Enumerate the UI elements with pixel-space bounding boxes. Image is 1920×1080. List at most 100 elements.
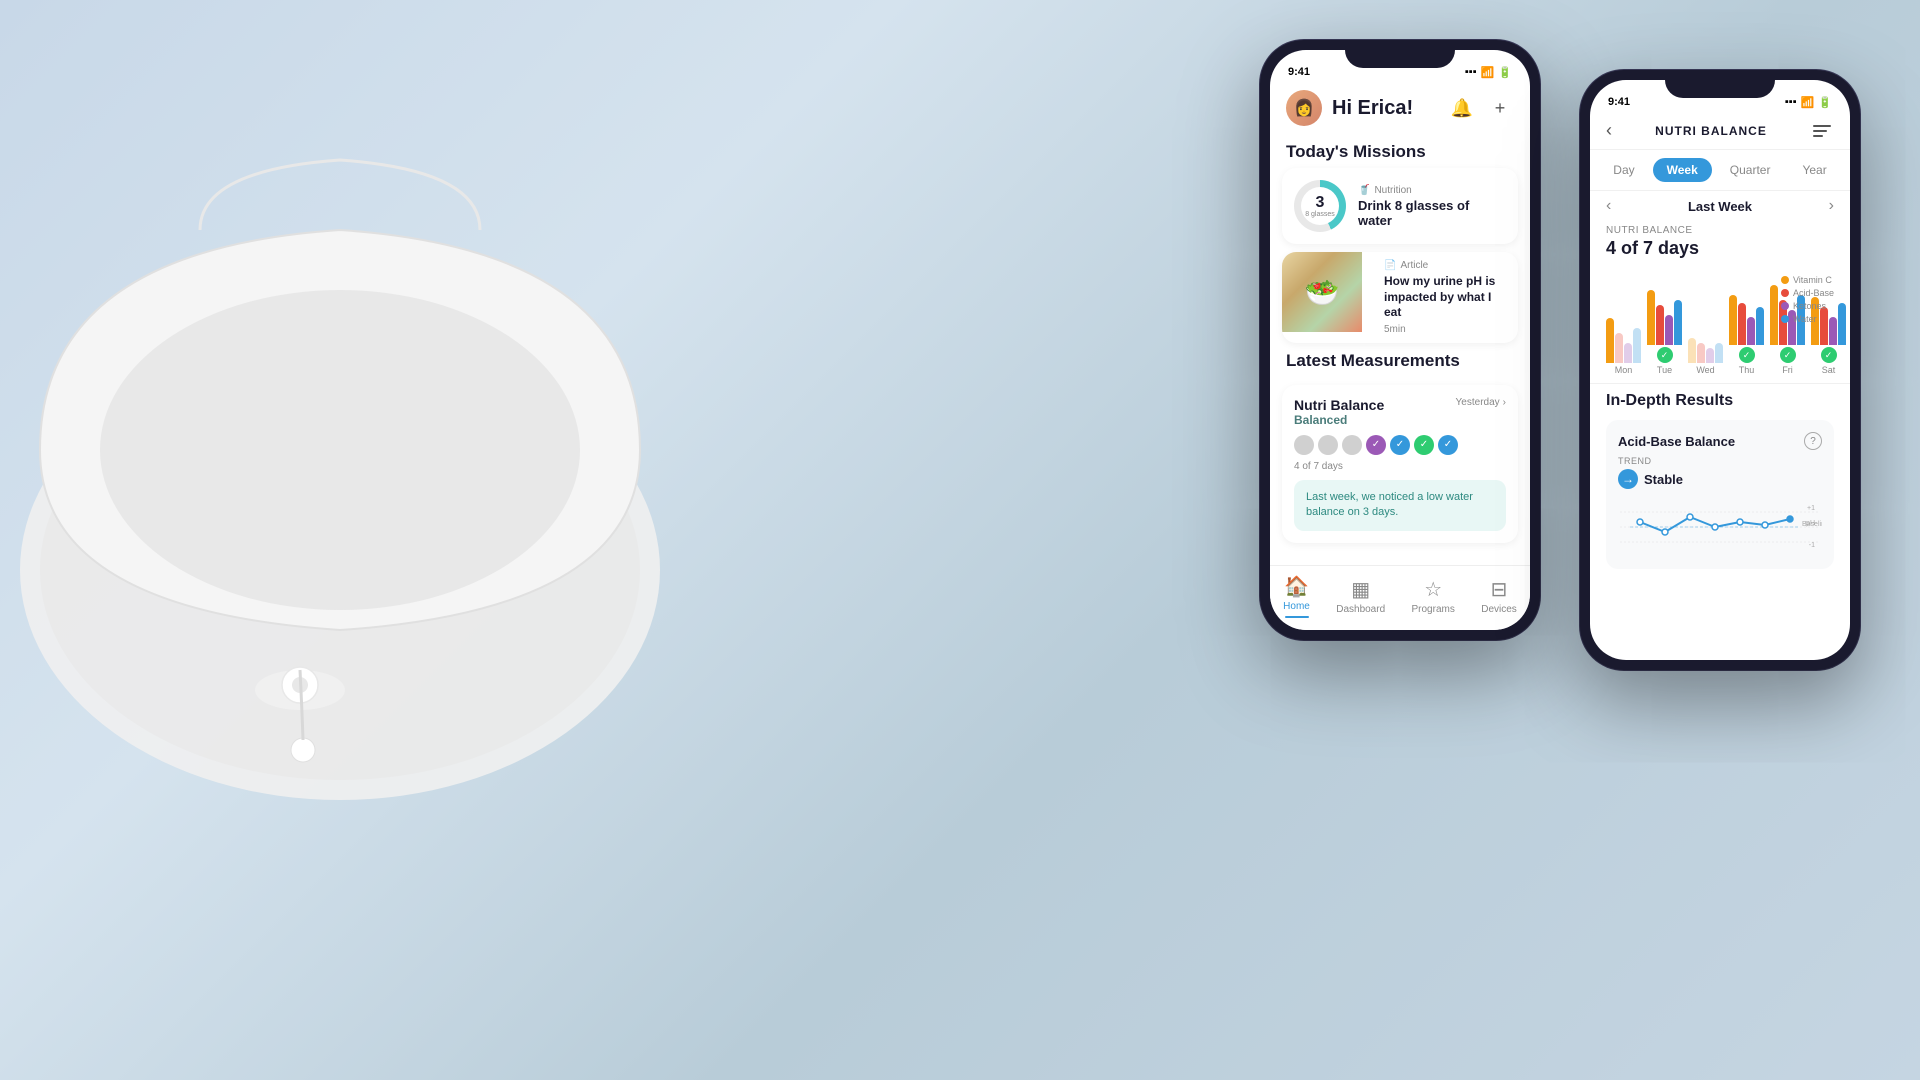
article-icon: 📄 <box>1384 260 1396 271</box>
tab-quarter[interactable]: Quarter <box>1716 158 1785 182</box>
measurements-card-info: Nutri Balance Balanced <box>1294 397 1384 427</box>
bar-mon-water <box>1633 328 1641 363</box>
water-progress-circle: 3 8 glasses <box>1294 180 1346 232</box>
svg-text:+1: +1 <box>1807 505 1815 512</box>
day-label-thu: Thu <box>1739 365 1755 375</box>
notification-icon[interactable]: 🔔 <box>1448 94 1476 122</box>
avatar: 👩 <box>1286 90 1322 126</box>
programs-icon: ☆ <box>1424 577 1442 602</box>
nav-devices[interactable]: ⊟ Devices <box>1481 577 1517 615</box>
water-mission-info: 🥤 Nutrition Drink 8 glasses of water <box>1358 185 1506 228</box>
tab-week[interactable]: Week <box>1653 158 1712 182</box>
dot-2 <box>1318 435 1338 455</box>
phone2-notch <box>1665 70 1775 98</box>
trend-value: → Stable <box>1618 469 1822 489</box>
water-mission-title: Drink 8 glasses of water <box>1358 198 1506 228</box>
menu-button[interactable] <box>1810 122 1834 140</box>
dot-1 <box>1294 435 1314 455</box>
chart-day-mon: Mon <box>1606 283 1641 375</box>
bar-mon-ket <box>1624 343 1632 363</box>
bar-mon-acid <box>1615 333 1623 363</box>
article-tag-label: Article <box>1400 260 1428 271</box>
bar-thu-water <box>1756 307 1764 345</box>
devices-label: Devices <box>1481 604 1517 615</box>
week-label: Last Week <box>1688 199 1752 214</box>
dot-3 <box>1342 435 1362 455</box>
legend-water: Water <box>1781 314 1834 324</box>
legend-label-water: Water <box>1793 314 1817 324</box>
water-circle-inner: 3 8 glasses <box>1301 187 1339 225</box>
arrow-right-icon: › <box>1503 397 1506 408</box>
chart-day-tue: ✓ Tue <box>1647 265 1682 375</box>
legend-label-acid: Acid-Base <box>1793 288 1834 298</box>
article-title: How my urine pH is impacted by what I ea… <box>1384 274 1508 321</box>
bar-group-thu <box>1729 265 1764 345</box>
wifi-icon: 📶 <box>1481 66 1495 79</box>
dashboard-icon: ▦ <box>1351 577 1370 602</box>
article-mission-card[interactable]: 🥗 📄 Article How my urine pH is impacted … <box>1282 252 1518 343</box>
bar-thu-vitc <box>1729 295 1737 345</box>
trend-text: Stable <box>1644 472 1683 487</box>
status-icons-2: ▪▪▪ 📶 🔋 <box>1785 96 1832 109</box>
nav-dashboard[interactable]: ▦ Dashboard <box>1336 577 1385 615</box>
signal-icon: ▪▪▪ <box>1465 66 1477 78</box>
result-card: Acid-Base Balance ? TREND → Stable <box>1606 420 1834 569</box>
legend-acid: Acid-Base <box>1781 288 1834 298</box>
bar-wed-acid <box>1697 343 1705 363</box>
measurements-section: Nutri Balance Balanced Yesterday › <box>1270 377 1530 551</box>
phone-screen-nutri: 9:41 ▪▪▪ 📶 🔋 ‹ NUTRI BALANCE <box>1590 80 1850 660</box>
time-tabs: Day Week Quarter Year <box>1590 150 1850 191</box>
dashboard-label: Dashboard <box>1336 604 1385 615</box>
measurements-date: Yesterday › <box>1456 397 1506 408</box>
day-label-sat: Sat <box>1822 365 1836 375</box>
days-text: 4 of 7 days <box>1294 461 1506 472</box>
chart-area: Mon ✓ Tue <box>1590 267 1850 383</box>
back-button[interactable]: ‹ <box>1606 120 1612 141</box>
phone-notch <box>1345 40 1455 68</box>
legend-label-vitc: Vitamin C <box>1793 275 1832 285</box>
nav-indicator <box>1285 616 1309 618</box>
nav-programs[interactable]: ☆ Programs <box>1412 577 1455 615</box>
nav-home[interactable]: 🏠 Home <box>1283 574 1310 618</box>
programs-label: Programs <box>1412 604 1455 615</box>
wifi-icon-2: 📶 <box>1801 96 1815 109</box>
legend-dot-acid <box>1781 289 1789 297</box>
prev-week-button[interactable]: ‹ <box>1606 197 1611 215</box>
status-time-2: 9:41 <box>1608 96 1630 108</box>
yesterday-label: Yesterday <box>1456 397 1500 408</box>
result-card-header: Acid-Base Balance ? <box>1618 432 1822 450</box>
chart-day-wed: Wed <box>1688 283 1723 375</box>
water-count: 3 <box>1316 195 1325 211</box>
bar-mon-vitc <box>1606 318 1614 363</box>
devices-icon: ⊟ <box>1491 577 1508 602</box>
result-card-title: Acid-Base Balance <box>1618 434 1735 449</box>
nutri-balance-value: 4 of 7 days <box>1606 238 1834 259</box>
bar-wed-vitc <box>1688 338 1696 363</box>
dot-4: ✓ <box>1366 435 1386 455</box>
nutrition-label: Nutrition <box>1374 185 1411 196</box>
alert-card: Last week, we noticed a low water balanc… <box>1294 480 1506 531</box>
bar-tue-vitc <box>1647 290 1655 345</box>
battery-icon: 🔋 <box>1498 66 1512 79</box>
header-icons: 🔔 + <box>1448 94 1514 122</box>
check-sat: ✓ <box>1821 347 1837 363</box>
trend-label: TREND <box>1618 456 1822 466</box>
chart-legend: Vitamin C Acid-Base Ketones Water <box>1781 275 1834 324</box>
water-mission-card[interactable]: 3 8 glasses 🥤 Nutrition Drink 8 glasses … <box>1282 168 1518 244</box>
next-week-button[interactable]: › <box>1829 197 1834 215</box>
help-icon[interactable]: ? <box>1804 432 1822 450</box>
measurements-card[interactable]: Nutri Balance Balanced Yesterday › <box>1282 385 1518 543</box>
check-thu: ✓ <box>1739 347 1755 363</box>
tab-day[interactable]: Day <box>1599 158 1648 182</box>
bar-group-mon <box>1606 283 1641 363</box>
legend-dot-ket <box>1781 302 1789 310</box>
add-icon[interactable]: + <box>1486 94 1514 122</box>
measurements-header: Nutri Balance Balanced Yesterday › <box>1294 397 1506 427</box>
tab-year[interactable]: Year <box>1788 158 1840 182</box>
bar-tue-ket <box>1665 315 1673 345</box>
article-content: 📄 Article How my urine pH is impacted by… <box>1374 252 1518 343</box>
chart-day-thu: ✓ Thu <box>1729 265 1764 375</box>
greeting-text: Hi Erica! <box>1332 97 1448 120</box>
bar-tue-acid <box>1656 305 1664 345</box>
phones-container: 9:41 ▪▪▪ 📶 🔋 👩 Hi Erica! 🔔 + <box>1260 40 1860 670</box>
